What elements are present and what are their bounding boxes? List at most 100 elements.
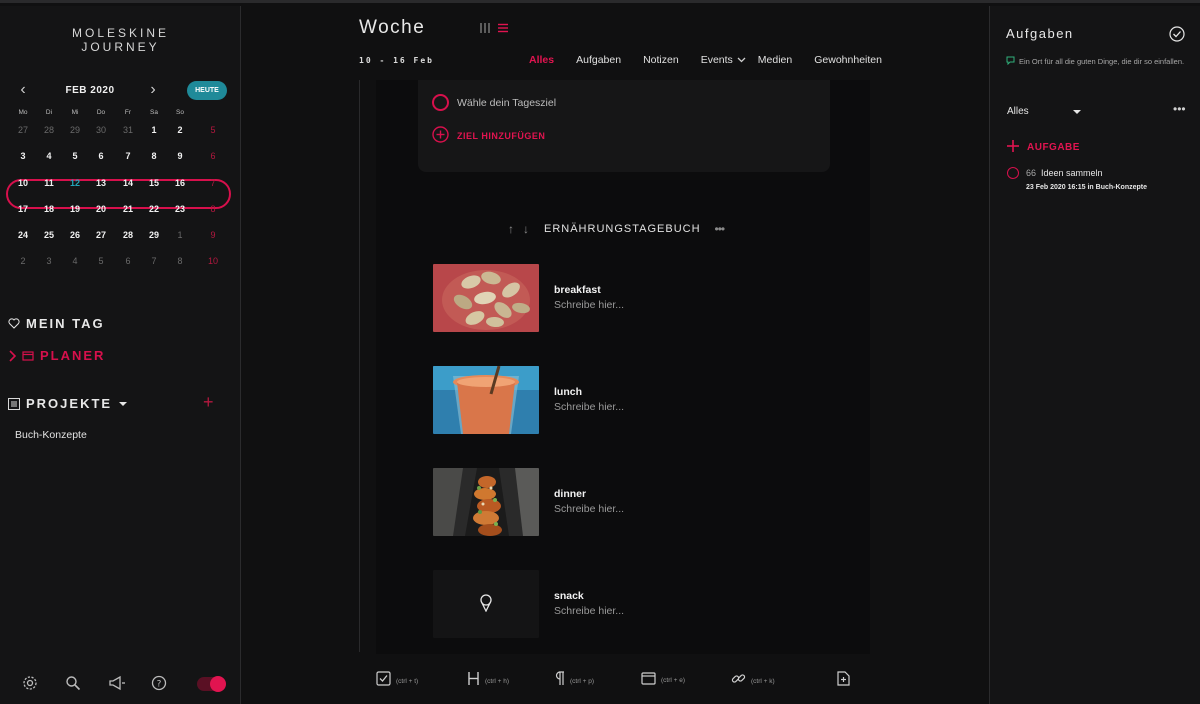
calendar-day[interactable]: 18 [36,204,62,214]
calendar-day[interactable]: 8 [141,151,167,161]
nav-projekte[interactable]: PROJEKTE [8,396,128,411]
project-item[interactable]: Buch-Konzepte [15,429,87,441]
calendar-day[interactable]: 28 [36,125,62,135]
calendar-day[interactable]: 7 [141,256,167,266]
week-number[interactable]: 9 [200,230,226,240]
week-number[interactable]: 5 [200,125,226,135]
calendar-day[interactable]: 31 [115,125,141,135]
calendar-day[interactable]: 6 [88,151,114,161]
calendar-day[interactable]: 26 [62,230,88,240]
meal-input-placeholder[interactable]: Schreibe hier... [554,299,624,311]
tab-aufgaben[interactable]: Aufgaben [576,54,621,66]
dark-mode-toggle[interactable] [197,676,226,692]
calendar-day[interactable]: 4 [62,256,88,266]
calendar-day[interactable]: 27 [10,125,36,135]
chevron-down-icon[interactable] [737,54,746,66]
calendar-day[interactable]: 10 [10,178,36,188]
goal-input-row[interactable]: Wähle dein Tagesziel [432,94,556,111]
calendar-day[interactable]: 7 [115,151,141,161]
tab-alles[interactable]: Alles [529,54,554,66]
calendar-day[interactable]: 2 [167,125,193,135]
calendar-day[interactable]: 8 [167,256,193,266]
calendar-day[interactable]: 16 [167,178,193,188]
task-checkbox[interactable] [1007,167,1019,179]
insert-event-button[interactable]: (ctrl + e) [641,671,685,690]
calendar-day[interactable]: 28 [115,230,141,240]
tasks-filter-dropdown[interactable]: Alles [1007,106,1081,117]
check-circle-icon[interactable] [1169,26,1185,47]
calendar-day[interactable]: 3 [10,151,36,161]
calendar-day[interactable]: 23 [167,204,193,214]
meal-input-placeholder[interactable]: Schreibe hier... [554,605,624,617]
calendar-day[interactable]: 29 [141,230,167,240]
add-task-button[interactable]: AUFGABE [1007,140,1080,155]
megaphone-icon[interactable] [108,675,128,695]
insert-task-button[interactable]: (ctrl + t) [376,671,418,691]
calendar-day[interactable]: 30 [88,125,114,135]
calendar-day[interactable]: 24 [10,230,36,240]
add-page-button[interactable] [837,671,850,691]
calendar-day[interactable]: 13 [88,178,114,188]
tab-events[interactable]: Events [701,54,733,66]
more-options-icon[interactable]: ••• [1173,102,1186,116]
more-options-icon[interactable]: ••• [715,222,726,236]
nav-planer[interactable]: PLANER [8,348,105,363]
tab-gewohnheiten[interactable]: Gewohnheiten [814,54,882,66]
meal-entry-dinner[interactable]: dinner Schreibe hier... [433,468,793,536]
meal-entry-snack[interactable]: snack Schreibe hier... [433,570,793,638]
plus-circle-icon [432,126,449,145]
calendar-day[interactable]: 17 [10,204,36,214]
calendar-day[interactable]: 6 [115,256,141,266]
goal-circle-icon[interactable] [432,94,449,111]
nav-mein-tag[interactable]: MEIN TAG [8,316,105,331]
add-project-icon[interactable]: + [203,392,214,413]
add-goal-button[interactable]: ZIEL HINZUFÜGEN [432,126,545,145]
add-goal-label: ZIEL HINZUFÜGEN [457,130,546,141]
prev-month-icon[interactable]: ‹ [14,81,32,101]
calendar-day[interactable]: 21 [115,204,141,214]
columns-view-icon[interactable] [479,21,491,39]
insert-heading-button[interactable]: (ctrl + h) [467,671,509,691]
meal-input-placeholder[interactable]: Schreibe hier... [554,401,624,413]
calendar-day[interactable]: 25 [36,230,62,240]
tab-medien[interactable]: Medien [758,54,792,66]
settings-gear-icon[interactable] [22,675,42,695]
calendar-day[interactable]: 22 [141,204,167,214]
meal-entry-lunch[interactable]: lunch Schreibe hier... [433,366,793,434]
week-number[interactable]: 7 [200,178,226,188]
calendar-day[interactable]: 1 [141,125,167,135]
calendar-day[interactable]: 20 [88,204,114,214]
search-icon[interactable] [65,675,85,695]
week-number[interactable]: 6 [200,151,226,161]
arrow-up-icon[interactable]: ↑ [508,222,515,236]
calendar-day[interactable]: 15 [141,178,167,188]
insert-paragraph-button[interactable]: (ctrl + p) [554,671,594,691]
calendar-day[interactable]: 3 [36,256,62,266]
next-month-icon[interactable]: › [144,81,162,101]
calendar-day[interactable]: 9 [167,151,193,161]
calendar-day[interactable]: 12 [62,178,88,188]
week-number[interactable]: 10 [200,256,226,266]
calendar-day[interactable]: 27 [88,230,114,240]
list-view-icon[interactable] [497,21,509,39]
calendar-day[interactable]: 29 [62,125,88,135]
section-title: ERNÄHRUNGSTAGEBUCH [544,223,701,235]
meal-input-placeholder[interactable]: Schreibe hier... [554,503,624,515]
help-icon[interactable]: ? [151,675,171,695]
calendar-day[interactable]: 5 [88,256,114,266]
calendar-day[interactable]: 1 [167,230,193,240]
svg-text:?: ? [157,680,162,690]
calendar-day[interactable]: 19 [62,204,88,214]
calendar-day[interactable]: 14 [115,178,141,188]
calendar-day[interactable]: 5 [62,151,88,161]
arrow-down-icon[interactable]: ↓ [523,222,530,236]
insert-link-button[interactable]: (ctrl + k) [731,671,775,691]
meal-entry-breakfast[interactable]: breakfast Schreibe hier... [433,264,793,332]
caret-down-icon[interactable] [118,401,128,407]
calendar-day[interactable]: 4 [36,151,62,161]
tab-notizen[interactable]: Notizen [643,54,679,66]
calendar-day[interactable]: 2 [10,256,36,266]
week-number[interactable]: 8 [200,204,226,214]
today-button[interactable]: HEUTE [187,81,227,100]
calendar-day[interactable]: 11 [36,178,62,188]
